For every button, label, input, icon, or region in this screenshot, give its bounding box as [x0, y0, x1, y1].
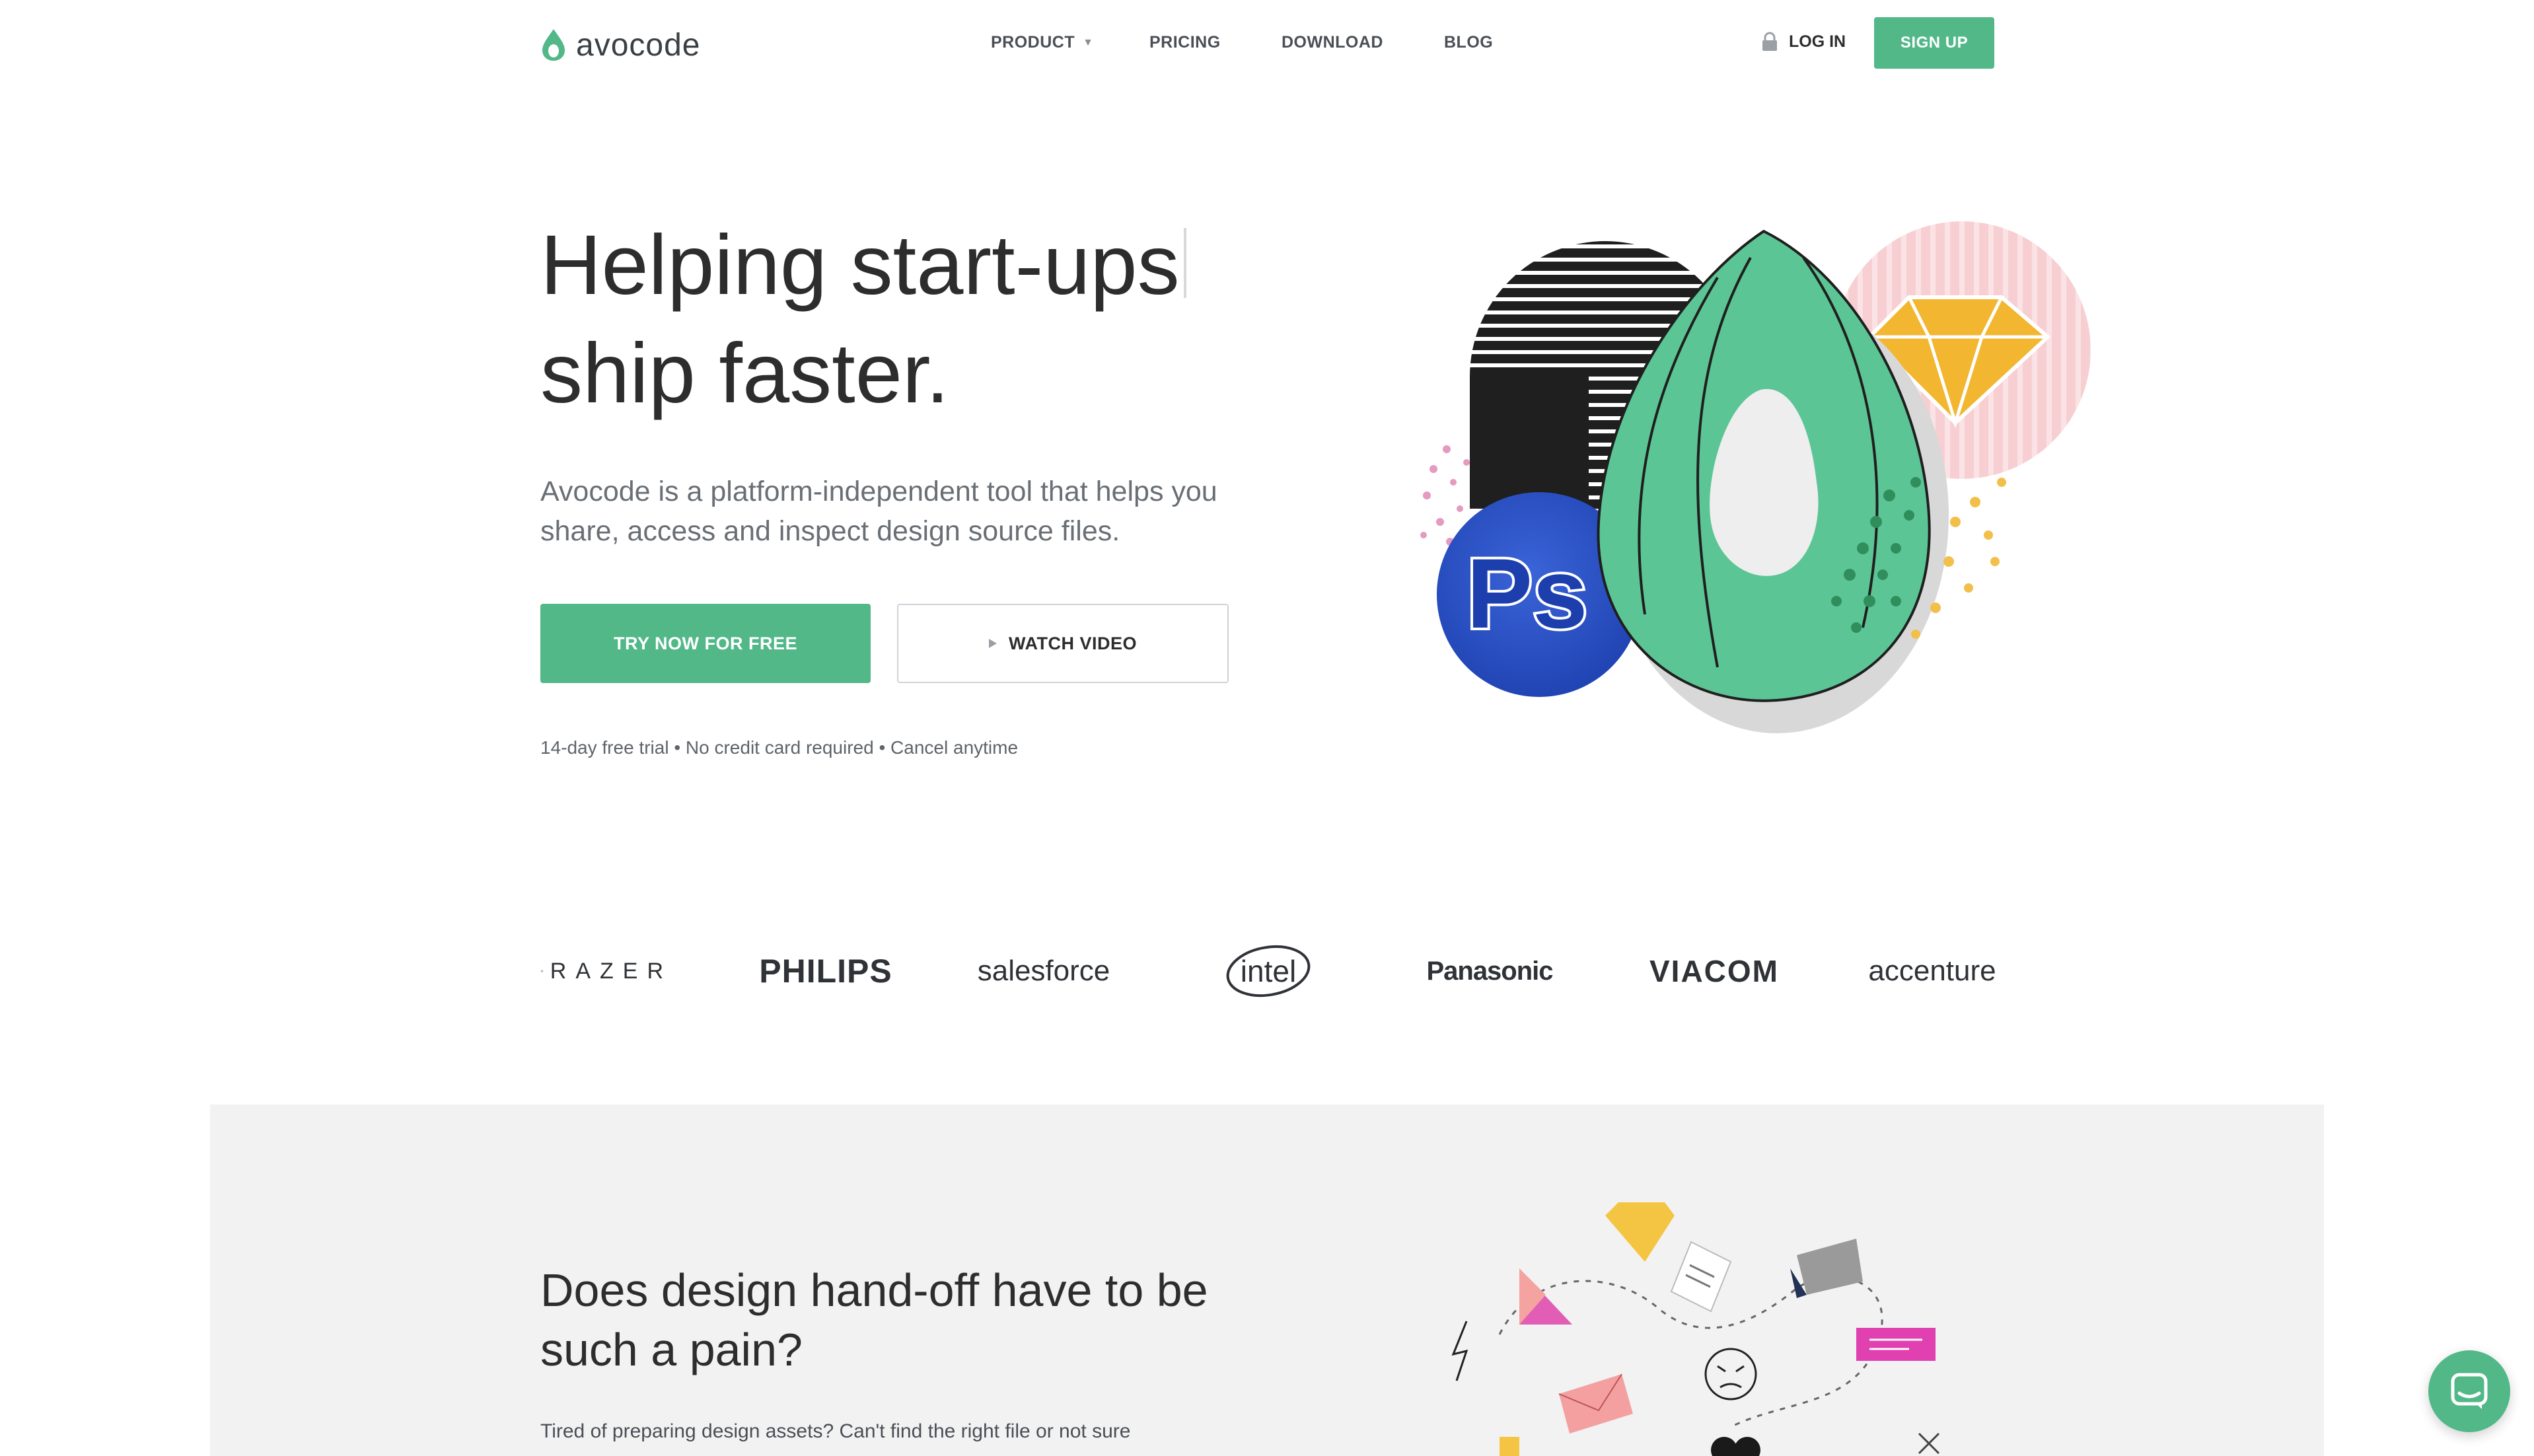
- nav-blog-label: BLOG: [1444, 33, 1494, 52]
- hero-subtitle: Avocode is a platform-independent tool t…: [540, 476, 1217, 547]
- nav-download-label: DOWNLOAD: [1282, 33, 1383, 52]
- section-title: Does design hand-off have to be such a p…: [540, 1264, 1208, 1375]
- angry-face-icon: [1704, 1348, 1757, 1401]
- client-logo-salesforce: salesforce: [977, 955, 1110, 987]
- typing-cursor: [1183, 228, 1186, 298]
- watch-video-label: WATCH VIDEO: [1009, 633, 1137, 653]
- brand-name: avocode: [576, 27, 701, 63]
- razer-snake-icon: [540, 969, 544, 973]
- nav-pricing-label: PRICING: [1149, 33, 1221, 52]
- client-logo-philips: PHILIPS: [759, 953, 892, 990]
- client-logo-razer: RAZER: [540, 945, 672, 998]
- photoshop-badge: Ps: [1466, 538, 1587, 649]
- intel-wordmark: intel: [1240, 954, 1297, 988]
- nav-pricing[interactable]: PRICING: [1149, 33, 1221, 52]
- client-logo-panasonic: Panasonic: [1426, 956, 1553, 986]
- hero-title: Helping start-ups ship faster.: [540, 211, 1267, 428]
- client-logo-viacom: VIACOM: [1649, 954, 1779, 988]
- signup-button[interactable]: SIGN UP: [1874, 17, 1994, 69]
- chevron-down-icon: ▼: [1083, 36, 1094, 48]
- play-icon: [989, 639, 997, 648]
- trial-note: 14-day free trial • No credit card requi…: [540, 737, 1019, 758]
- hero-title-line1: Helping start-ups: [540, 218, 1180, 312]
- chat-launcher-button[interactable]: [2428, 1350, 2510, 1432]
- envelope-icon: [1558, 1373, 1633, 1434]
- razer-wordmark: RAZER: [550, 958, 672, 984]
- nav-product[interactable]: PRODUCT ▼: [991, 33, 1093, 52]
- section-body: Tired of preparing design assets? Can't …: [540, 1420, 1131, 1442]
- message-icon: [1856, 1328, 1936, 1361]
- pain-points-section: [210, 1105, 2324, 1456]
- folder-icon: [1797, 1239, 1863, 1295]
- hero-title-line2: ship faster.: [540, 326, 949, 421]
- avocado-drop-icon: [542, 29, 565, 61]
- document-icon: [1670, 1241, 1732, 1313]
- lightning-icon: [1451, 1321, 1468, 1381]
- diamond-icon: [1605, 1202, 1675, 1262]
- client-logo-intel: intel: [1222, 945, 1315, 998]
- brand-logo[interactable]: avocode: [540, 25, 700, 65]
- chat-bubble-icon: [2451, 1373, 2488, 1409]
- watch-video-button[interactable]: WATCH VIDEO: [897, 604, 1229, 683]
- handoff-illustration: [1451, 1202, 1940, 1456]
- login-link[interactable]: LOG IN: [1761, 32, 1846, 52]
- nav-product-label: PRODUCT: [991, 33, 1075, 52]
- client-logo-accenture: accenture: [1868, 955, 1996, 987]
- nav-download[interactable]: DOWNLOAD: [1282, 33, 1383, 52]
- login-label: LOG IN: [1789, 32, 1846, 51]
- lock-icon: [1762, 32, 1777, 51]
- hero-illustration: Ps: [1420, 221, 2091, 733]
- close-icon: [1918, 1432, 1940, 1455]
- nav-blog[interactable]: BLOG: [1444, 33, 1493, 52]
- try-now-button[interactable]: TRY NOW FOR FREE: [540, 604, 871, 683]
